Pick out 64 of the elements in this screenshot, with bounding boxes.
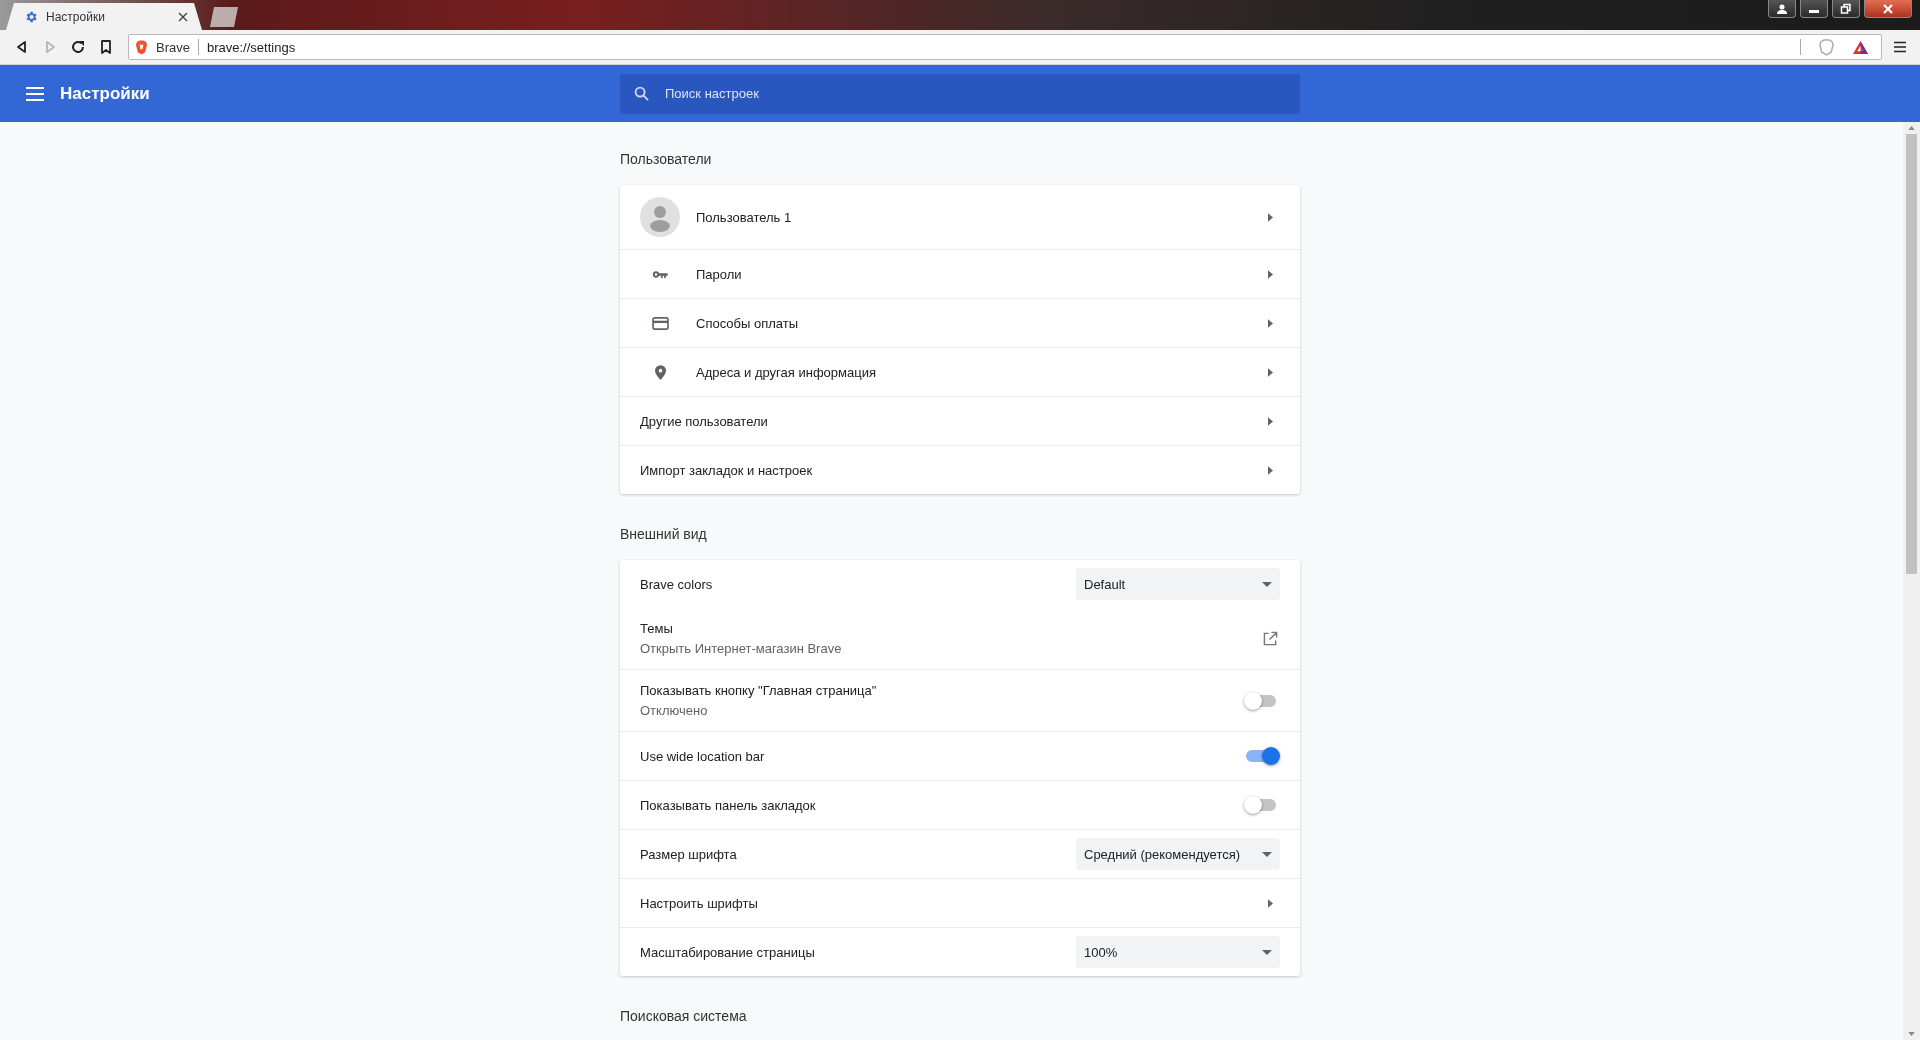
dropdown[interactable]: Средний (рекомендуется) [1076,838,1280,870]
close-icon[interactable] [178,11,188,22]
setting-label: Brave colors [640,576,714,592]
setting-label: Импорт закладок и настроек [640,462,814,478]
setting-label: Показывать кнопку "Главная страница" [640,683,878,698]
search-icon [634,85,649,101]
search-field[interactable]: Поиск настроек [620,73,1300,114]
close-button[interactable] [1864,0,1912,18]
section-title: Поисковая система [620,1008,748,1026]
location-pin-icon [654,364,666,380]
browser-tab[interactable]: Настройки [6,3,202,30]
setting-label: Настроить шрифты [640,895,759,911]
arrow-right-icon[interactable] [1268,367,1273,377]
setting-label: Размер шрифта [640,846,738,862]
restore-button[interactable] [1832,0,1860,18]
dropdown[interactable]: Default [1076,568,1280,600]
site-label: Brave [156,39,190,55]
triangle-icon[interactable] [1852,39,1869,55]
caret-icon [1262,851,1272,857]
page-title: Настройки [60,83,150,104]
setting-label: Темы [640,621,674,636]
setting-label: Пользователь 1 [696,209,793,225]
dropdown[interactable]: 100% [1076,936,1280,968]
arrow-right-icon[interactable] [1268,212,1273,222]
setting-description: Открыть Интернет-магазин Brave [640,641,843,656]
gear-icon [24,9,38,24]
close-icon [1882,2,1894,15]
caret-icon [1262,949,1272,955]
section-title: Пользователи [620,151,713,169]
arrow-down-icon[interactable] [1908,1032,1915,1036]
minimize-button[interactable] [1800,0,1828,18]
bookmark-icon [98,39,114,55]
toggle-switch[interactable] [1246,694,1276,707]
setting-label: Другие пользователи [640,413,769,429]
avatar-icon [640,197,680,237]
url-text: brave://settings [206,39,296,55]
address-bar[interactable]: Brave brave://settings [128,34,1882,60]
external-link-icon[interactable] [1263,631,1278,646]
arrow-right-icon[interactable] [1268,318,1273,328]
user-button[interactable] [1768,0,1796,18]
arrow-up-icon[interactable] [1908,126,1915,130]
arrow-right-icon[interactable] [1268,898,1273,908]
setting-label: Способы оплаты [696,315,800,331]
scrollbar[interactable] [1903,122,1920,1040]
setting-label: Адреса и другая информация [696,364,877,380]
setting-label: Пароли [696,266,743,282]
credit-card-icon [651,316,669,330]
key-icon [651,269,669,279]
person-icon [1776,2,1788,15]
setting-description: Отключено [640,703,709,718]
restore-icon [1840,2,1852,15]
section-title: Внешний вид [620,526,708,544]
browser-tab[interactable] [210,7,238,27]
toggle-switch[interactable] [1246,799,1276,811]
setting-label: Масштабирование страницы [640,944,816,960]
setting-label: Use wide location bar [640,748,766,764]
arrow-right-icon[interactable] [1268,465,1273,475]
reload-icon [70,39,86,55]
caret-icon [1262,581,1272,587]
arrow-right-icon[interactable] [1268,416,1273,426]
minimize-icon [1809,10,1819,13]
arrow-right-icon[interactable] [1268,269,1273,279]
lion-shield-icon [135,39,148,55]
setting-label: Показывать панель закладок [640,797,817,813]
